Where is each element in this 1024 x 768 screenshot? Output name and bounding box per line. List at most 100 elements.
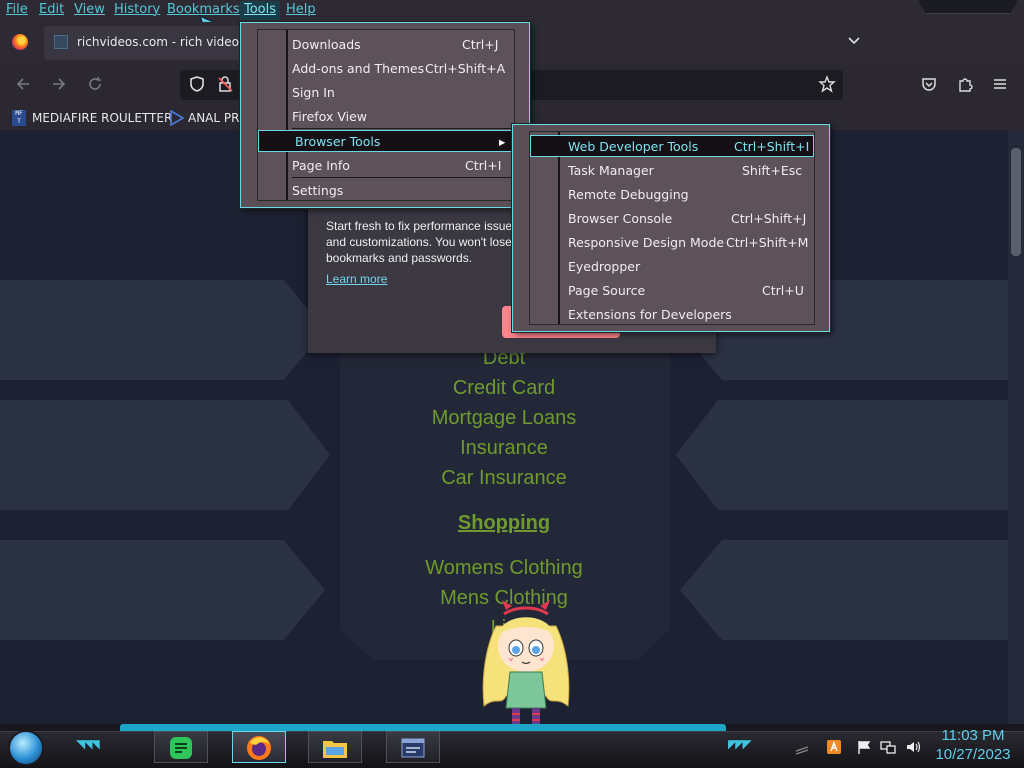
menu-item-label: Settings [292, 183, 344, 198]
taskbar-app-window[interactable] [386, 731, 440, 763]
shield-icon[interactable] [188, 75, 206, 93]
link-credit-card[interactable]: Credit Card [0, 377, 1008, 400]
menu-item-firefox-view[interactable]: Firefox View [292, 106, 512, 128]
taskbar-chevrons-icon: ◤◤◤ [728, 737, 752, 751]
menu-item-label: Page Info [292, 158, 350, 173]
menu-file[interactable]: File [6, 2, 28, 17]
learn-more-link[interactable]: Learn more [326, 272, 387, 286]
start-button[interactable] [8, 730, 44, 766]
menu-item-accel: Ctrl+Shift+A [425, 61, 506, 76]
menu-edit[interactable]: Edit [39, 2, 64, 17]
desktop-mascot-character [482, 600, 570, 731]
menu-item-remote-debugging[interactable]: Remote Debugging [568, 184, 812, 206]
menu-view[interactable]: View [74, 2, 105, 17]
menu-item-eyedropper[interactable]: Eyedropper [568, 256, 812, 278]
menu-item-label: Remote Debugging [568, 187, 689, 202]
menu-item-accel: Ctrl+J [462, 37, 499, 52]
menu-item-label: Downloads [292, 37, 361, 52]
hamburger-menu-icon[interactable] [991, 75, 1009, 93]
menu-item-label: Firefox View [292, 109, 368, 124]
link-womens-clothing[interactable]: Womens Clothing [0, 557, 1008, 580]
tools-menu-body: Downloads Ctrl+J Add-ons and Themes Ctrl+S… [257, 29, 515, 201]
mediafire-favicon-icon: MF T [12, 110, 26, 126]
firefox-view-icon[interactable] [12, 34, 28, 50]
link-mortgage-loans[interactable]: Mortgage Loans [0, 407, 1008, 430]
link-car-insurance[interactable]: Car Insurance [0, 467, 1008, 490]
taskbar-app-firefox[interactable] [232, 731, 286, 763]
menu-item-responsive-design-mode[interactable]: Responsive Design Mode Ctrl+Shift+M [568, 232, 812, 254]
tab-title: richvideos.com - rich videos R [77, 35, 258, 49]
menu-gutter [530, 132, 560, 324]
menu-item-settings[interactable]: Settings [292, 180, 512, 202]
menu-item-accel: Shift+Esc [742, 163, 803, 178]
menu-item-sign-in[interactable]: Sign In [292, 82, 512, 104]
volume-icon[interactable] [905, 739, 921, 755]
menu-item-task-manager[interactable]: Task Manager Shift+Esc [568, 160, 812, 182]
menu-item-label: Extensions for Developers [568, 307, 732, 322]
notes-app-icon [170, 737, 192, 759]
extensions-icon[interactable] [956, 75, 974, 93]
taskbar-accent-strip [120, 724, 726, 731]
menu-item-downloads[interactable]: Downloads Ctrl+J [292, 34, 512, 56]
menu-item-accel: Ctrl+Shift+I [734, 139, 810, 154]
notice-text: Start fresh to fix performance issues an… [326, 219, 519, 265]
submenu-arrow-icon: ▸ [499, 134, 506, 149]
menu-item-label: Sign In [292, 85, 335, 100]
back-icon[interactable] [14, 75, 32, 93]
pocket-icon[interactable] [920, 75, 938, 93]
window-app-icon [401, 738, 425, 758]
tools-menu: Downloads Ctrl+J Add-ons and Themes Ctrl+S… [240, 22, 530, 208]
menu-item-label: Task Manager [568, 163, 654, 178]
menu-item-browser-tools[interactable]: Browser Tools ▸ [258, 130, 514, 152]
menu-item-accel: Ctrl+Shift+M [726, 235, 809, 250]
lock-warning-icon[interactable] [216, 75, 234, 93]
menu-item-page-source[interactable]: Page Source Ctrl+U [568, 280, 812, 302]
menu-item-label: Browser Tools [295, 134, 381, 149]
taskbar-app-file-explorer[interactable] [308, 731, 362, 763]
clock-date[interactable]: 10/27/2023 [928, 746, 1018, 764]
menu-bar: File Edit View History Bookmarks Tools H… [0, 0, 1024, 22]
menu-item-label: Browser Console [568, 211, 673, 226]
menu-separator [292, 177, 512, 178]
network-icon[interactable] [880, 739, 896, 755]
menu-item-label: Page Source [568, 283, 646, 298]
menu-item-web-developer-tools[interactable]: Web Developer Tools Ctrl+Shift+I [530, 135, 814, 157]
menu-separator [292, 128, 512, 129]
scrollbar-thumb[interactable] [1011, 148, 1021, 256]
tray-divider-icon [795, 746, 809, 755]
menu-item-addons[interactable]: Add-ons and Themes Ctrl+Shift+A [292, 58, 512, 80]
menu-gutter [258, 30, 288, 200]
heading-shopping[interactable]: Shopping [0, 512, 1008, 535]
menu-item-accel: Ctrl+Shift+J [731, 211, 807, 226]
action-center-flag-icon[interactable] [856, 739, 872, 755]
menu-item-label: Web Developer Tools [568, 139, 699, 154]
reload-icon[interactable] [86, 75, 104, 93]
browser-tools-submenu-body: Web Developer Tools Ctrl+Shift+I Task Man… [529, 131, 815, 325]
bookmark-favicon-icon [170, 110, 184, 126]
menu-item-label: Eyedropper [568, 259, 641, 274]
menu-item-accel: Ctrl+U [762, 283, 804, 298]
chevron-down-icon[interactable] [846, 32, 862, 48]
browser-tools-submenu: Web Developer Tools Ctrl+Shift+I Task Man… [512, 124, 830, 332]
tray-app-icon[interactable] [826, 739, 842, 755]
menu-tools[interactable]: Tools [240, 1, 281, 20]
menu-item-extensions-for-developers[interactable]: Extensions for Developers [568, 304, 812, 326]
taskbar-chevrons-icon: ◥◥◥ [76, 737, 100, 751]
window-corner-ornament [918, 0, 1018, 14]
menu-item-page-info[interactable]: Page Info Ctrl+I [292, 155, 512, 177]
menu-item-label: Add-ons and Themes [292, 61, 425, 76]
menu-history[interactable]: History [114, 2, 160, 17]
firefox-icon [247, 736, 271, 760]
menu-item-browser-console[interactable]: Browser Console Ctrl+Shift+J [568, 208, 812, 230]
forward-icon[interactable] [50, 75, 68, 93]
folder-icon [323, 741, 347, 758]
link-insurance[interactable]: Insurance [0, 437, 1008, 460]
menu-help[interactable]: Help [286, 2, 316, 17]
bookmark-mediafire-rouletter[interactable]: MEDIAFIRE ROULETTER [32, 111, 172, 125]
taskbar-app-notes[interactable] [154, 731, 208, 763]
menu-item-label: Responsive Design Mode [568, 235, 725, 250]
bookmark-star-icon[interactable] [818, 75, 836, 93]
tab-favicon-icon [54, 35, 68, 49]
menu-item-accel: Ctrl+I [465, 158, 502, 173]
clock-time[interactable]: 11:03 PM [928, 727, 1018, 745]
